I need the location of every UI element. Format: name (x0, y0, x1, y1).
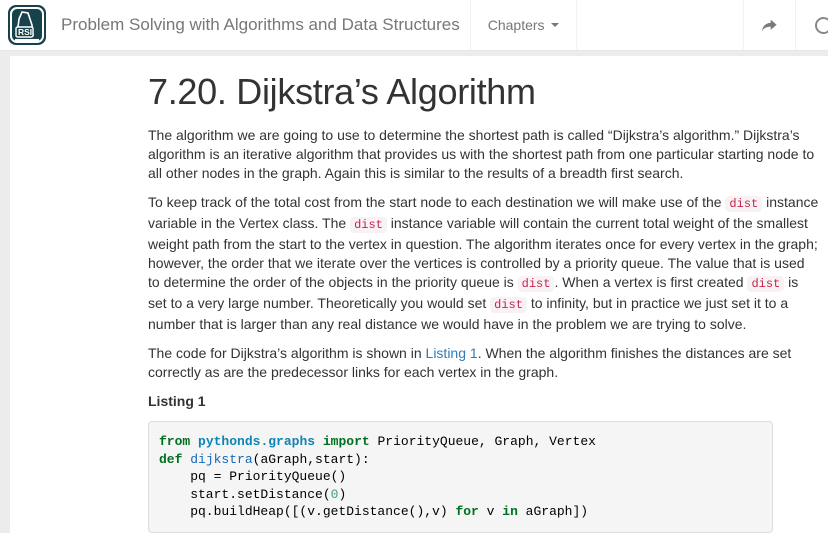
content-panel: 7.20. Dijkstra’s Algorithm The algorithm… (10, 56, 828, 533)
article-body: The algorithm we are going to use to det… (148, 126, 812, 382)
code-token-nn: pythonds.graphs (198, 434, 315, 449)
code-token-kw: for (455, 504, 478, 519)
article: 7.20. Dijkstra’s Algorithm The algorithm… (10, 56, 820, 533)
code-token-kw: in (502, 504, 518, 519)
code-token-pl: PriorityQueue, Graph, Vertex (370, 434, 596, 449)
code-token-pl: v (479, 504, 502, 519)
inline-code: dist (725, 196, 762, 212)
code-token-pl (315, 434, 323, 449)
app-title[interactable]: Problem Solving with Algorithms and Data… (61, 15, 460, 35)
share-button[interactable] (743, 0, 795, 50)
code-token-pl: start.setDistance( (159, 487, 331, 502)
code-listing: from pythonds.graphs import PriorityQueu… (148, 421, 773, 533)
paragraph: The algorithm we are going to use to det… (148, 126, 820, 183)
circle-icon (815, 17, 828, 34)
top-navbar: RSI Problem Solving with Algorithms and … (0, 0, 828, 51)
nav-extra-button[interactable] (795, 0, 828, 50)
share-arrow-icon (760, 16, 779, 35)
code-token-pl: (aGraph,start): (253, 452, 370, 467)
code-token-pl (190, 434, 198, 449)
inline-code: dist (518, 276, 555, 292)
page-title: 7.20. Dijkstra’s Algorithm (148, 72, 812, 112)
code-token-kw: import (323, 434, 370, 449)
inline-code: dist (747, 276, 784, 292)
navbar-spacer (577, 0, 743, 50)
brand[interactable]: RSI Problem Solving with Algorithms and … (0, 0, 460, 50)
svg-text:RSI: RSI (18, 27, 32, 37)
paragraph: The code for Dijkstra’s algorithm is sho… (148, 344, 820, 382)
code-token-kw: def (159, 452, 182, 467)
listing-caption: Listing 1 (148, 392, 820, 411)
chapters-label: Chapters (488, 17, 545, 33)
code-token-nf: dijkstra (190, 452, 252, 467)
chapters-menu[interactable]: Chapters (470, 0, 577, 50)
chevron-down-icon (551, 23, 559, 27)
code-token-pl: pq.buildHeap([(v.getDistance(),v) (159, 504, 455, 519)
code-token-pl: ) (338, 487, 346, 502)
listing-link[interactable]: Listing 1 (426, 345, 478, 361)
paragraph: To keep track of the total cost from the… (148, 193, 820, 334)
inline-code: dist (350, 217, 387, 233)
code-token-pl: pq = PriorityQueue() (159, 469, 346, 484)
code-token-pl: aGraph]) (518, 504, 588, 519)
code-token-kw: from (159, 434, 190, 449)
inline-code: dist (490, 297, 527, 313)
runestone-logo-icon[interactable]: RSI (8, 5, 46, 45)
